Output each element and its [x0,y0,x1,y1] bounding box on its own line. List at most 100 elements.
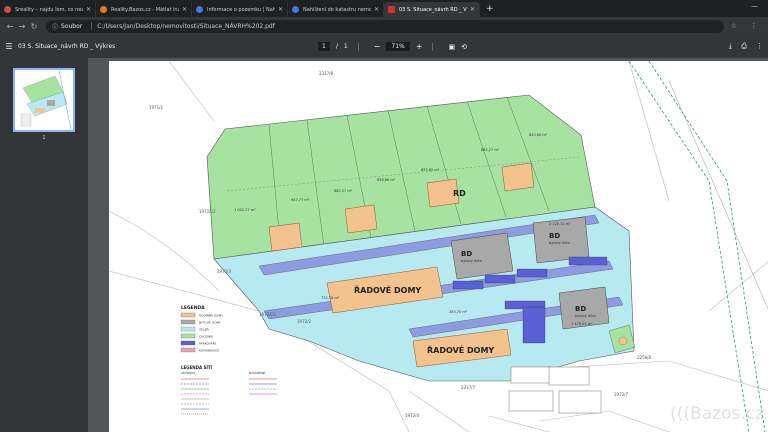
close-icon[interactable]: ✕ [374,6,379,13]
zoom-input[interactable]: 71% [386,42,410,51]
tab-label: Informace o pozemku | Nahlížen [207,6,275,13]
minimize-icon[interactable]: — [751,2,758,10]
svg-text:2258/8: 2258/8 [637,355,652,360]
pdf-page: RD ŘADOVÉ DOMY ŘADOVÉ DOMY BD BD BD byto… [108,60,768,432]
svg-text:PARKOVÁNÍ: PARKOVÁNÍ [199,341,216,346]
rd-label: RD [453,189,466,198]
svg-text:1972/23: 1972/23 [259,312,276,317]
close-icon[interactable]: ✕ [278,6,283,13]
svg-text:1972/22: 1972/22 [199,209,216,214]
svg-text:1 002,27 m²: 1 002,27 m² [234,208,256,212]
svg-text:BYTOVÉ DOMY: BYTOVÉ DOMY [199,320,221,325]
page-total: 1 [343,43,348,50]
pdf-toolbar: ☰ 03 S. Situace_návrh RD _ Výkres 1 / 1 … [0,35,768,58]
new-tab-button[interactable]: + [486,2,494,17]
pdf-favicon-icon [388,6,395,13]
info-icon[interactable]: ⓘ [52,22,58,31]
tab-nahlizeni[interactable]: Nahlížení do katastru nemovitost✕ [288,2,384,17]
svg-text:882,27 m²: 882,27 m² [334,189,353,193]
svg-text:1972/3: 1972/3 [217,269,232,274]
svg-text:947,77 m²: 947,77 m² [291,198,310,202]
star-icon[interactable]: ☆ [731,22,737,30]
svg-text:732,78 m²: 732,78 m² [321,296,340,300]
thumbnail-number: 1 [42,135,46,141]
svg-text:BD: BD [549,232,560,240]
svg-text:283,70 m²: 283,70 m² [449,310,468,314]
svg-text:bytový dům: bytový dům [461,259,483,263]
zoom-in-button[interactable]: + [416,42,423,51]
svg-text:2317/8: 2317/8 [319,71,334,76]
existing-buildings [508,366,602,414]
fit-page-icon[interactable]: ▣ [448,43,455,51]
cuzk-favicon-icon [292,6,299,13]
svg-text:LEGENDA: LEGENDA [181,305,205,311]
svg-text:NAVRŽENÉ: NAVRŽENÉ [249,370,265,375]
divider [357,42,364,51]
tab-strip: Sreality – najdu lom, co neznás✕ Reality… [0,0,768,17]
close-icon[interactable]: ✕ [182,6,187,13]
row-houses-label: ŘADOVÉ DOMY [354,284,421,295]
divider [91,22,93,30]
thumbnail-preview [15,69,73,131]
close-icon[interactable]: ✕ [470,6,475,13]
svg-text:BD: BD [461,250,472,258]
sreality-favicon-icon [4,6,11,13]
back-icon[interactable]: ← [4,22,16,31]
svg-text:KOMUNIKACE: KOMUNIKACE [199,349,219,353]
site-plan-drawing: RD ŘADOVÉ DOMY ŘADOVÉ DOMY BD BD BD byto… [108,60,768,432]
svg-text:1972/2: 1972/2 [297,319,312,324]
boundary-line [628,60,750,432]
pdf-actions: ⤓ ⎙ ⋮ [724,42,768,51]
tab-bazos[interactable]: Reality.Bazos.cz - Mátlat inzerát✕ [96,2,192,17]
tab-informace[interactable]: Informace o pozemku | Nahlížen✕ [192,2,288,17]
reload-icon[interactable]: ↻ [28,22,40,31]
address-bar[interactable]: ⓘ Soubor C:/Users/Jan/Desktop/nemovitost… [46,19,724,33]
svg-text:855,85 m²: 855,85 m² [421,168,440,172]
download-icon[interactable]: ⤓ [729,42,732,51]
svg-text:2 120,11 m²: 2 120,11 m² [549,222,571,226]
pdf-controls: 1 / 1 − 71% + ▣ ⟲ [318,42,724,51]
tab-label: Reality.Bazos.cz - Mátlat inzerát [111,6,179,13]
svg-text:BD: BD [575,305,586,313]
rotate-icon[interactable]: ⟲ [461,43,467,51]
menu-icon[interactable]: ⋮ [750,22,757,30]
zoom-out-button[interactable]: − [374,42,381,51]
svg-text:2317/7: 2317/7 [461,385,476,390]
divider [432,42,438,51]
thumbnail-sidebar: 1 [0,58,88,432]
tab-label: Nahlížení do katastru nemovitost [303,6,371,13]
svg-text:820,80 m²: 820,80 m² [529,133,548,137]
forward-icon[interactable]: → [16,22,28,31]
url-text[interactable]: C:/Users/Jan/Desktop/nemovitosti/Situace… [97,23,275,30]
bazos-favicon-icon [100,6,107,13]
close-icon[interactable]: ✕ [86,6,91,13]
svg-text:1971/1: 1971/1 [149,105,164,110]
tab-sreality[interactable]: Sreality – najdu lom, co neznás✕ [0,2,96,17]
svg-text:882,27 m²: 882,27 m² [481,148,500,152]
more-icon[interactable]: ⋮ [756,42,763,51]
address-toolbar: ← → ↻ ⓘ Soubor C:/Users/Jan/Desktop/nemo… [0,17,768,35]
tab-label: Sreality – najdu lom, co neznás [15,6,83,13]
row-houses-label: ŘADOVÉ DOMY [427,344,494,355]
cuzk-favicon-icon [196,6,203,13]
pdf-viewer[interactable]: RD ŘADOVÉ DOMY ŘADOVÉ DOMY BD BD BD byto… [88,58,768,432]
svg-text:bytový dům: bytový dům [575,314,597,318]
svg-text:LEGENDA SÍTÍ: LEGENDA SÍTÍ [181,365,213,370]
svg-text:1972/7: 1972/7 [614,392,629,397]
toolbar-actions: ☆ ⋮ [724,22,764,30]
hamburger-menu-icon[interactable]: ☰ [0,42,18,51]
svg-text:1972/4: 1972/4 [405,413,420,418]
svg-text:STÁVAJÍCÍ: STÁVAJÍCÍ [181,370,195,375]
svg-text:1 479,01 m²: 1 479,01 m² [571,322,593,326]
svg-text:CHODNÍK: CHODNÍK [199,334,214,339]
svg-text:ZELEŇ: ZELEŇ [199,327,209,332]
page-separator: / [335,43,338,50]
source-label: Soubor [61,22,83,30]
bazos-watermark: (((Bazos.cz [670,404,764,424]
print-icon[interactable]: ⎙ [741,42,747,51]
tab-pdf-active[interactable]: 03 S. Situace_návrh RD _ Výkres✕ [384,2,480,17]
boundary-line [668,80,768,310]
page-number-input[interactable]: 1 [318,42,330,51]
page-thumbnail[interactable] [13,68,75,132]
pdf-title: 03 S. Situace_návrh RD _ Výkres [18,43,116,50]
